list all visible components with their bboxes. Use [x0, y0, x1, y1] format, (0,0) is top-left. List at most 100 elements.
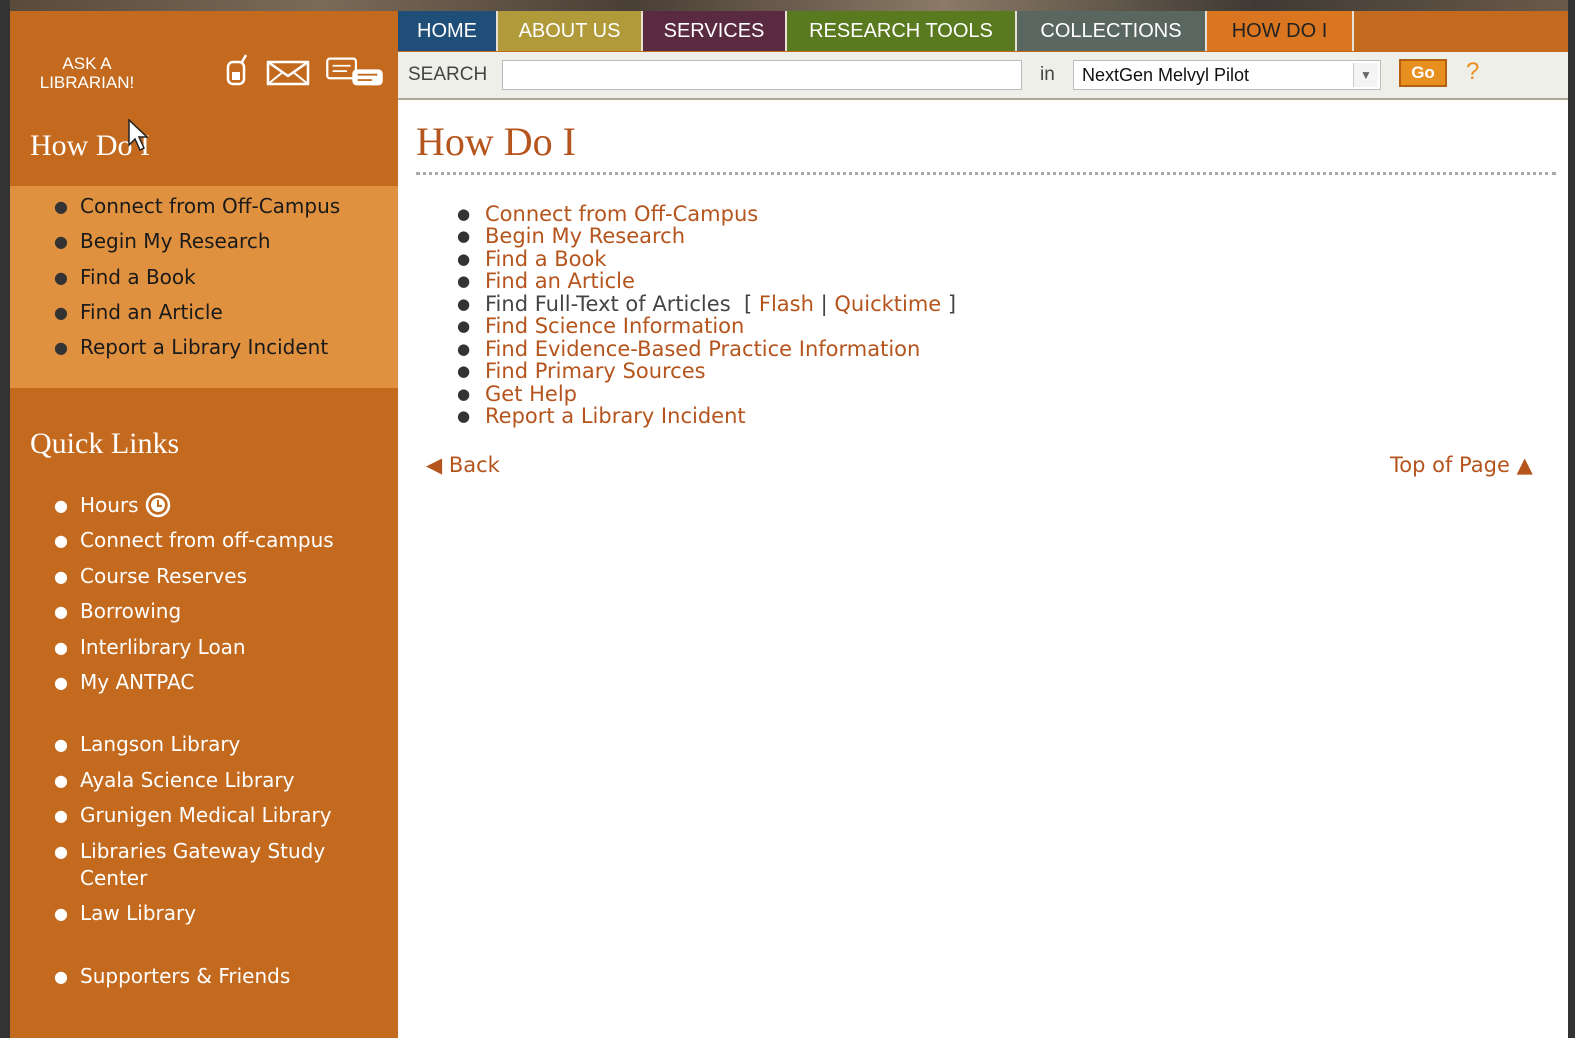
link-quicktime[interactable]: Quicktime [834, 292, 941, 316]
quicklink-borrowing[interactable]: ● Borrowing [54, 598, 380, 625]
quicklink-law[interactable]: ● Law Library [54, 900, 380, 927]
sidebar: How Do I ● Connect from Off-Campus ● Begin… [10, 99, 398, 1038]
quicklink-gateway[interactable]: ● Libraries Gateway Study Center [54, 838, 380, 892]
page: ASK A LIBRARIAN! HOME ABOUT US SERVICES … [10, 0, 1568, 1038]
quicklink-course-reserves[interactable]: ● Course Reserves [54, 563, 380, 590]
quicklink-hours[interactable]: ● Hours [54, 492, 380, 519]
quicklink-supporters[interactable]: ● Supporters & Friends [54, 963, 380, 990]
sidebar-item-label: Begin My Research [80, 229, 271, 253]
quicklink-label: Libraries Gateway Study [80, 839, 326, 863]
chevron-down-icon[interactable]: ▼ [1353, 63, 1378, 87]
ask-a-librarian-link[interactable]: ASK A LIBRARIAN! [22, 54, 152, 92]
bullet: ● [54, 268, 68, 287]
bullet: ● [457, 317, 471, 335]
bullet: ● [54, 232, 68, 251]
help-icon[interactable]: ? [1466, 58, 1479, 86]
title-divider [416, 172, 1556, 175]
link-begin-research[interactable]: ● Begin My Research [457, 224, 686, 248]
tab-about-us[interactable]: ABOUT US [498, 11, 643, 51]
bullet: ● [54, 338, 68, 357]
sidebar-item-research[interactable]: ● Begin My Research [54, 228, 380, 255]
sidebar-item-label: Find a Book [80, 265, 196, 289]
top-of-page-link[interactable]: Top of Page ▲ [1390, 453, 1533, 477]
ask-label-line2: LIBRARIAN! [39, 73, 135, 92]
chat-icon[interactable] [322, 55, 388, 89]
tab-home[interactable]: HOME [398, 11, 498, 51]
link-label: Find a Book [485, 247, 607, 271]
bullet: ● [457, 250, 471, 268]
sidebar-item-book[interactable]: ● Find a Book [54, 264, 380, 291]
link-find-science[interactable]: ● Find Science Information [457, 314, 745, 338]
bullet: ● [54, 567, 68, 586]
quicklink-langson[interactable]: ● Langson Library [54, 731, 380, 758]
tab-collections[interactable]: COLLECTIONS [1017, 11, 1207, 51]
bracket-close: ] [947, 292, 957, 316]
go-button[interactable]: Go [1399, 59, 1447, 87]
sidebar-quicklinks-heading: Quick Links [30, 427, 180, 460]
bullet: ● [54, 303, 68, 322]
link-find-book[interactable]: ● Find a Book [457, 247, 607, 271]
link-find-article[interactable]: ● Find an Article [457, 269, 635, 293]
quicklink-label: Interlibrary Loan [80, 635, 246, 659]
quicklink-label: Borrowing [80, 599, 182, 623]
bullet: ● [54, 602, 68, 621]
bullet: ● [54, 197, 68, 216]
link-primary-sources[interactable]: ● Find Primary Sources [457, 359, 706, 383]
quicklink-label: My ANTPAC [80, 670, 195, 694]
item-find-fulltext: ● Find Full-Text of Articles [ Flash | Qu… [457, 292, 957, 316]
bullet: ● [457, 385, 471, 403]
quicklink-label: Grunigen Medical Library [80, 803, 332, 827]
sidebar-item-connect[interactable]: ● Connect from Off-Campus [54, 193, 380, 220]
ask-a-librarian-bar: ASK A LIBRARIAN! [10, 11, 398, 99]
quicklink-ayala[interactable]: ● Ayala Science Library [54, 767, 380, 794]
separator: | [820, 292, 828, 316]
back-label: Back [448, 453, 500, 477]
tab-how-do-i[interactable]: HOW DO I [1207, 11, 1354, 51]
link-label: Begin My Research [485, 224, 686, 248]
bullet: ● [457, 205, 471, 223]
link-connect-off-campus[interactable]: ● Connect from Off-Campus [457, 202, 758, 226]
search-scope-select[interactable]: NextGen Melvyl Pilot ▼ [1073, 60, 1381, 90]
search-input[interactable] [502, 60, 1022, 90]
bullet: ● [457, 362, 471, 380]
link-get-help[interactable]: ● Get Help [457, 382, 577, 406]
search-in-label: in [1040, 64, 1055, 85]
bracket-open: [ [744, 292, 753, 316]
quicklink-connect[interactable]: ● Connect from off-campus [54, 527, 380, 554]
sidebar-item-label: Connect from Off-Campus [80, 194, 341, 218]
bullet: ● [54, 842, 68, 861]
link-label: Report a Library Incident [485, 404, 746, 428]
bullet: ● [54, 806, 68, 825]
quicklink-label: Connect from off-campus [80, 528, 334, 552]
sidebar-item-article[interactable]: ● Find an Article [54, 299, 380, 326]
quicklink-label: Ayala Science Library [80, 768, 295, 792]
link-flash[interactable]: Flash [759, 292, 814, 316]
sidebar-item-label: Report a Library Incident [80, 335, 329, 359]
triangle-left-icon: ◀ [426, 453, 443, 477]
bullet: ● [54, 638, 68, 657]
email-icon[interactable] [266, 57, 310, 91]
bullet: ● [54, 673, 68, 692]
sidebar-item-incident[interactable]: ● Report a Library Incident [54, 334, 380, 361]
link-label: Find an Article [485, 269, 635, 293]
quicklink-label: Law Library [80, 901, 197, 925]
link-evidence-based[interactable]: ● Find Evidence-Based Practice Informatio… [457, 337, 920, 361]
back-link[interactable]: ◀ Back [426, 453, 500, 477]
fulltext-label: Find Full-Text of Articles [485, 292, 731, 316]
quicklink-my-antpac[interactable]: ● My ANTPAC [54, 669, 380, 696]
quicklink-grunigen[interactable]: ● Grunigen Medical Library [54, 802, 380, 829]
phone-icon[interactable] [222, 53, 256, 87]
sidebar-howdoi-box: ● Connect from Off-Campus ● Begin My Resea… [10, 186, 398, 388]
ask-label-line1: ASK A [62, 54, 112, 73]
quicklink-interlibrary-loan[interactable]: ● Interlibrary Loan [54, 634, 380, 661]
tab-research-tools[interactable]: RESEARCH TOOLS [787, 11, 1017, 51]
clock-icon [145, 492, 170, 518]
triangle-up-icon: ▲ [1516, 453, 1533, 477]
link-label: Get Help [485, 382, 577, 406]
bullet: ● [457, 407, 471, 425]
tab-services[interactable]: SERVICES [643, 11, 787, 51]
bullet: ● [457, 227, 471, 245]
link-report-incident[interactable]: ● Report a Library Incident [457, 404, 746, 428]
quicklink-label: Hours [80, 493, 139, 517]
link-label: Find Science Information [485, 314, 745, 338]
